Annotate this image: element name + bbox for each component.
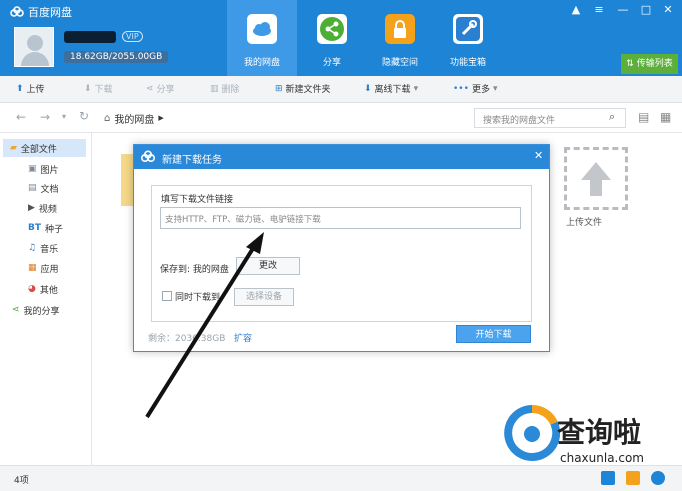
- watermark-url: chaxunla.com: [560, 451, 644, 465]
- watermark-title: 查询啦: [557, 416, 642, 449]
- watermark: 查询啦 chaxunla.com: [500, 405, 682, 467]
- baidu-netdisk-window: 百度网盘 ▲ ≡ — □ ✕ VIP 18.62GB/2055.00GB 我的网…: [0, 0, 682, 491]
- watermark-logo-icon: [504, 405, 560, 461]
